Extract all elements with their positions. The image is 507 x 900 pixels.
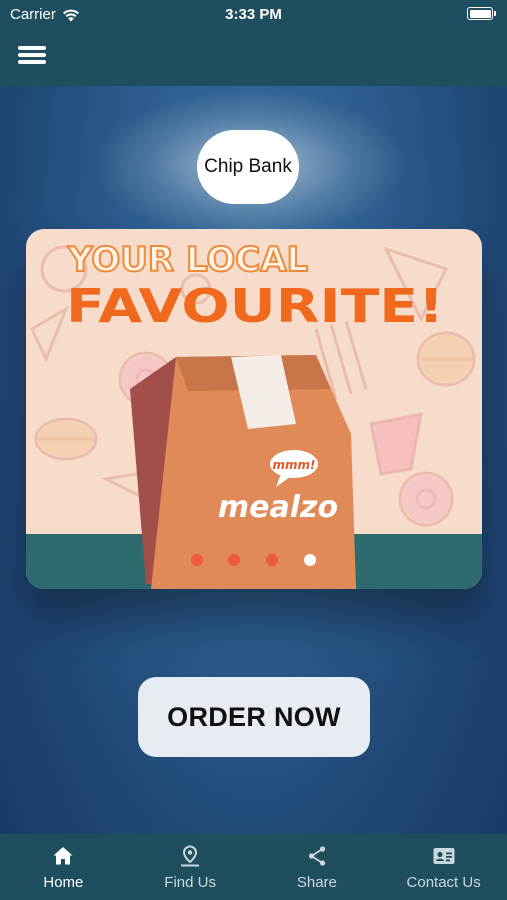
banner-headline-line2: FAVOURITE! [66,279,444,333]
tab-contact-us[interactable]: Contact Us [380,834,507,900]
tab-share[interactable]: Share [254,834,381,900]
bag-tag-text: mmm! [273,458,316,472]
battery-icon [467,7,496,20]
carousel-dot-1[interactable] [191,554,203,566]
promo-banner-image: YOUR LOCAL FAVOURITE! mmm! mealzo [26,229,482,589]
tab-find-us-label: Find Us [164,874,216,891]
tab-home-label: Home [43,874,84,891]
tab-find-us[interactable]: Find Us [127,834,254,900]
restaurant-name: Chip Bank [204,156,292,177]
carousel-dot-2[interactable] [228,554,240,566]
status-bar: Carrier 3:33 PM [0,0,507,28]
carousel-dot-4-active[interactable] [304,554,316,566]
hamburger-menu-icon[interactable] [18,44,46,66]
battery-level [469,9,491,18]
share-icon [308,846,325,866]
bag-brand-text: mealzo [218,490,338,525]
carousel-dot-3[interactable] [266,554,278,566]
map-pin-icon [181,845,200,867]
tab-home[interactable]: Home [0,834,127,900]
order-now-button[interactable]: ORDER NOW [138,677,370,757]
restaurant-name-badge: Chip Bank [197,130,299,204]
tab-contact-us-label: Contact Us [406,874,481,891]
top-app-bar: Carrier 3:33 PM [0,0,507,86]
tab-share-label: Share [296,874,337,891]
status-time: 3:33 PM [225,6,282,23]
bottom-tab-bar: Home Find Us Share Contact Us [0,834,507,900]
contact-card-icon [433,848,455,864]
promo-banner-carousel[interactable]: YOUR LOCAL FAVOURITE! mmm! mealzo [26,229,482,589]
delivery-bag-illustration: mmm! mealzo [130,355,356,589]
home-icon [53,847,73,865]
banner-headline-line1: YOUR LOCAL [67,240,308,280]
